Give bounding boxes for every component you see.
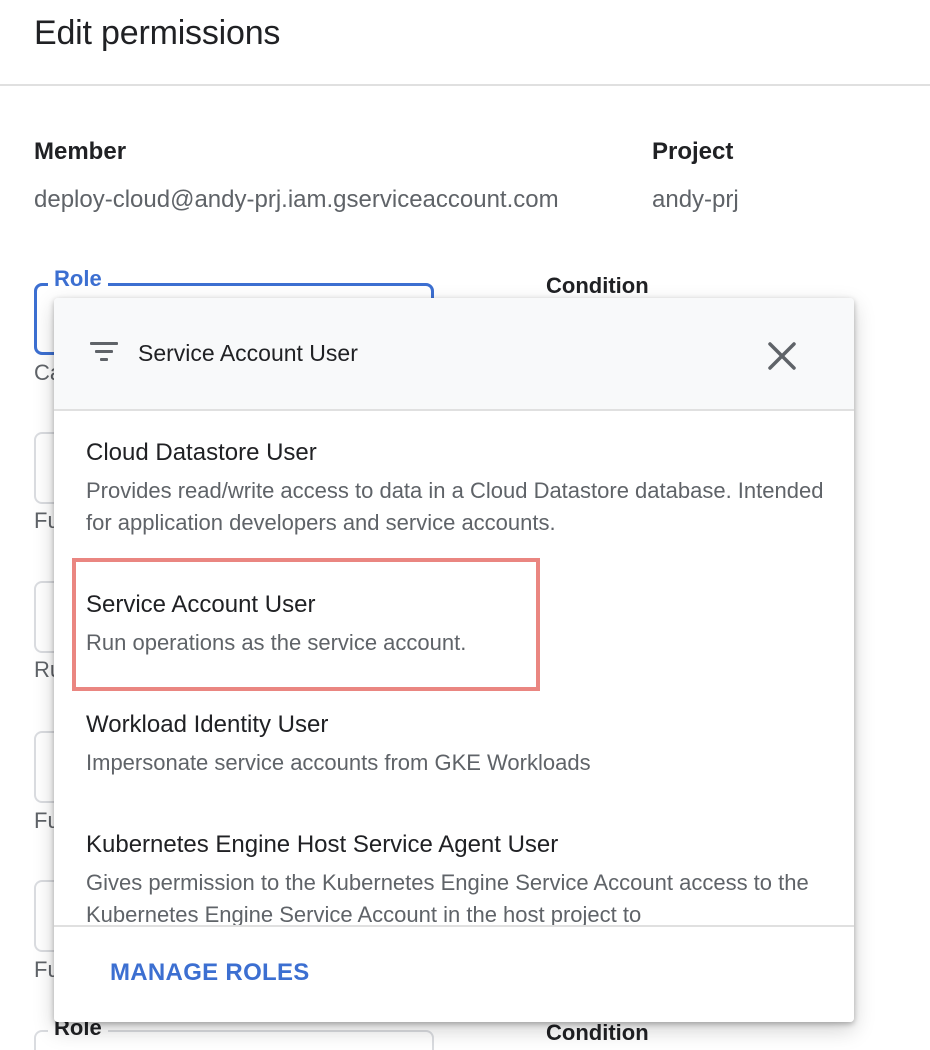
- role-dropdown: Service Account User Cloud Datastore Use…: [54, 298, 854, 1022]
- role-option-name: Service Account User: [86, 591, 316, 618]
- page-title: Edit permissions: [34, 14, 281, 52]
- project-label: Project: [652, 138, 734, 165]
- filter-bar[interactable]: Service Account User: [54, 298, 854, 411]
- dropdown-footer: MANAGE ROLES: [54, 925, 854, 1022]
- member-value: deploy-cloud@andy-prj.iam.gserviceaccoun…: [34, 186, 559, 213]
- second-condition-label: Condition: [546, 1020, 649, 1045]
- role-option-name: Kubernetes Engine Host Service Agent Use…: [86, 831, 559, 858]
- filter-input[interactable]: Service Account User: [138, 340, 358, 367]
- manage-roles-button[interactable]: MANAGE ROLES: [110, 959, 310, 987]
- role-option-description: Run operations as the service account.: [86, 630, 467, 655]
- role-option-description: Gives permission to the Kubernetes Engin…: [86, 870, 809, 925]
- role-option-service-account-user[interactable]: Service Account User Run operations as t…: [54, 591, 854, 671]
- role-option-description: Impersonate service accounts from GKE Wo…: [86, 750, 591, 775]
- role-option-cloud-datastore-user[interactable]: Cloud Datastore User Provides read/write…: [54, 439, 854, 549]
- role-option-name: Workload Identity User: [86, 711, 329, 738]
- role-select-label: Role: [48, 266, 108, 292]
- role-option-kubernetes-engine-host-service-agent-user[interactable]: Kubernetes Engine Host Service Agent Use…: [54, 831, 854, 925]
- title-divider: [0, 84, 930, 86]
- role-list: Cloud Datastore User Provides read/write…: [54, 413, 854, 925]
- member-label: Member: [34, 138, 127, 165]
- close-icon[interactable]: [762, 336, 802, 376]
- role-option-workload-identity-user[interactable]: Workload Identity User Impersonate servi…: [54, 711, 854, 791]
- role-option-description: Provides read/write access to data in a …: [86, 478, 824, 535]
- project-value: andy-prj: [652, 186, 739, 213]
- filter-icon: [90, 342, 118, 364]
- role-option-name: Cloud Datastore User: [86, 439, 317, 466]
- condition-label: Condition: [546, 273, 649, 298]
